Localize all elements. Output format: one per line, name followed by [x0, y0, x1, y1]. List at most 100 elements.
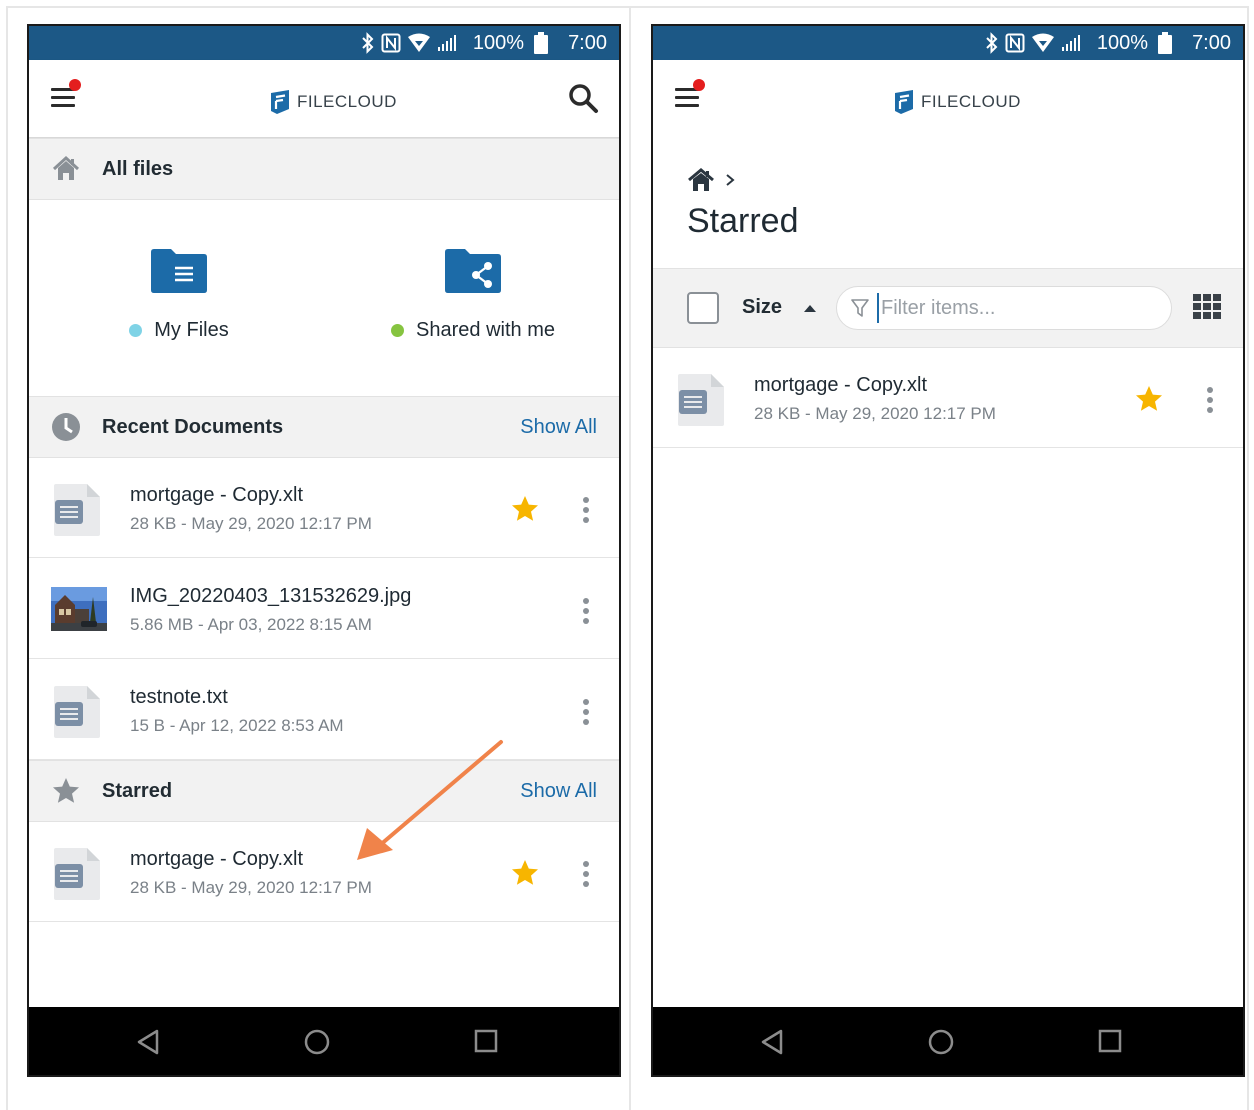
nfc-icon: [1005, 33, 1025, 53]
battery-icon: [534, 32, 549, 54]
phone-screen-home: 100% 7:00 FILECLOUD All files My Files S…: [27, 24, 621, 1077]
frame-right-border: [1247, 6, 1249, 1110]
status-bar: 100% 7:00: [653, 26, 1243, 60]
app-bar: FILECLOUD: [653, 60, 1243, 138]
battery-icon: [1158, 32, 1173, 54]
sort-ascending-icon[interactable]: [803, 304, 817, 313]
home-icon: [52, 155, 80, 180]
breadcrumb: [687, 168, 735, 192]
status-time: 7:00: [1192, 31, 1231, 54]
file-meta: 28 KB - May 29, 2020 12:17 PM: [130, 878, 372, 897]
image-thumbnail: [51, 587, 107, 631]
recent-show-all-link[interactable]: Show All: [520, 416, 597, 439]
list-item[interactable]: IMG_20220403_131532629.jpg 5.86 MB - Apr…: [29, 559, 619, 659]
filecloud-logo-icon: [271, 90, 289, 114]
android-nav-bar: [29, 1007, 619, 1075]
file-name: mortgage - Copy.xlt: [754, 374, 928, 396]
logo-text: FILECLOUD: [297, 92, 397, 111]
folder-shared-with-me[interactable]: Shared with me: [383, 248, 563, 342]
sort-label[interactable]: Size: [742, 296, 782, 319]
folder-shared-icon: [445, 249, 501, 293]
more-vert-icon[interactable]: [1205, 386, 1215, 414]
starred-show-all-link[interactable]: Show All: [520, 780, 597, 803]
wifi-icon: [407, 33, 430, 52]
clock-icon: [52, 413, 80, 441]
folder-my-files[interactable]: My Files: [119, 248, 239, 342]
nfc-icon: [381, 33, 401, 53]
battery-percent: 100%: [1096, 31, 1149, 54]
file-meta: 28 KB - May 29, 2020 12:17 PM: [754, 404, 996, 423]
home-icon[interactable]: [687, 168, 715, 192]
file-name: mortgage - Copy.xlt: [130, 848, 304, 870]
recent-documents-title: Recent Documents: [102, 415, 284, 438]
file-meta: 15 B - Apr 12, 2022 8:53 AM: [130, 716, 344, 735]
star-filled-icon[interactable]: [510, 494, 540, 524]
search-icon[interactable]: [567, 82, 599, 114]
battery-percent: 100%: [472, 31, 525, 54]
list-item[interactable]: mortgage - Copy.xlt 28 KB - May 29, 2020…: [29, 458, 619, 558]
filecloud-logo: FILECLOUD: [269, 89, 397, 115]
document-icon: [54, 848, 100, 900]
folder-label: My Files: [154, 319, 229, 341]
more-vert-icon[interactable]: [581, 698, 591, 726]
list-item[interactable]: mortgage - Copy.xlt 28 KB - May 29, 2020…: [653, 348, 1243, 448]
recents-icon[interactable]: [1098, 1029, 1122, 1053]
my-files-bullet: [129, 324, 143, 337]
document-icon: [54, 686, 100, 738]
file-name: testnote.txt: [130, 686, 228, 708]
recents-icon[interactable]: [474, 1029, 498, 1053]
recent-documents-header: Recent Documents Show All: [29, 396, 619, 458]
filecloud-logo-icon: [895, 90, 913, 114]
file-name: mortgage - Copy.xlt: [130, 484, 304, 506]
frame-left-border: [6, 6, 8, 1110]
star-outline-icon: [53, 778, 79, 803]
filter-field[interactable]: [836, 286, 1172, 330]
star-filled-icon[interactable]: [510, 858, 540, 888]
signal-icon: [437, 35, 456, 51]
annotation-arrow: [357, 740, 503, 860]
home-nav-icon[interactable]: [928, 1029, 954, 1055]
status-time: 7:00: [568, 31, 607, 54]
frame-middle-border: [629, 6, 631, 1110]
document-icon: [54, 484, 100, 536]
back-icon[interactable]: [136, 1029, 160, 1055]
document-icon: [678, 374, 724, 426]
status-bar: 100% 7:00: [29, 26, 619, 60]
chevron-right-icon: [726, 174, 735, 186]
file-name: IMG_20220403_131532629.jpg: [130, 585, 412, 607]
filecloud-logo: FILECLOUD: [893, 89, 1021, 115]
frame-top-border: [6, 6, 1248, 8]
signal-icon: [1061, 35, 1080, 51]
list-item[interactable]: testnote.txt 15 B - Apr 12, 2022 8:53 AM: [29, 660, 619, 760]
bluetooth-icon: [362, 32, 374, 54]
more-vert-icon[interactable]: [581, 496, 591, 524]
menu-button[interactable]: [51, 79, 81, 112]
file-meta: 28 KB - May 29, 2020 12:17 PM: [130, 514, 372, 533]
logo-text: FILECLOUD: [921, 92, 1021, 111]
list-item[interactable]: mortgage - Copy.xlt 28 KB - May 29, 2020…: [29, 822, 619, 922]
all-files-label: All files: [102, 157, 174, 180]
folder-label: Shared with me: [416, 319, 555, 341]
more-vert-icon[interactable]: [581, 860, 591, 888]
back-icon[interactable]: [760, 1029, 784, 1055]
folder-documents-icon: [151, 249, 207, 293]
select-all-checkbox[interactable]: [687, 292, 719, 324]
all-files-header[interactable]: All files: [29, 138, 619, 200]
starred-title: Starred: [102, 779, 173, 802]
android-nav-bar: [653, 1007, 1243, 1075]
phone-screen-starred: 100% 7:00 FILECLOUD Starred Size Filter …: [651, 24, 1245, 1077]
filter-input[interactable]: [877, 293, 1157, 323]
bluetooth-icon: [986, 32, 998, 54]
notification-dot: [693, 79, 705, 91]
app-bar: FILECLOUD: [29, 60, 619, 138]
home-nav-icon[interactable]: [304, 1029, 330, 1055]
starred-header: Starred Show All: [29, 760, 619, 822]
menu-button[interactable]: [675, 79, 705, 112]
page-title: Starred: [687, 202, 799, 240]
more-vert-icon[interactable]: [581, 597, 591, 625]
star-filled-icon[interactable]: [1134, 384, 1164, 414]
grid-view-icon[interactable]: [1193, 294, 1221, 320]
notification-dot: [69, 79, 81, 91]
file-meta: 5.86 MB - Apr 03, 2022 8:15 AM: [130, 615, 372, 634]
shared-bullet: [391, 324, 405, 337]
